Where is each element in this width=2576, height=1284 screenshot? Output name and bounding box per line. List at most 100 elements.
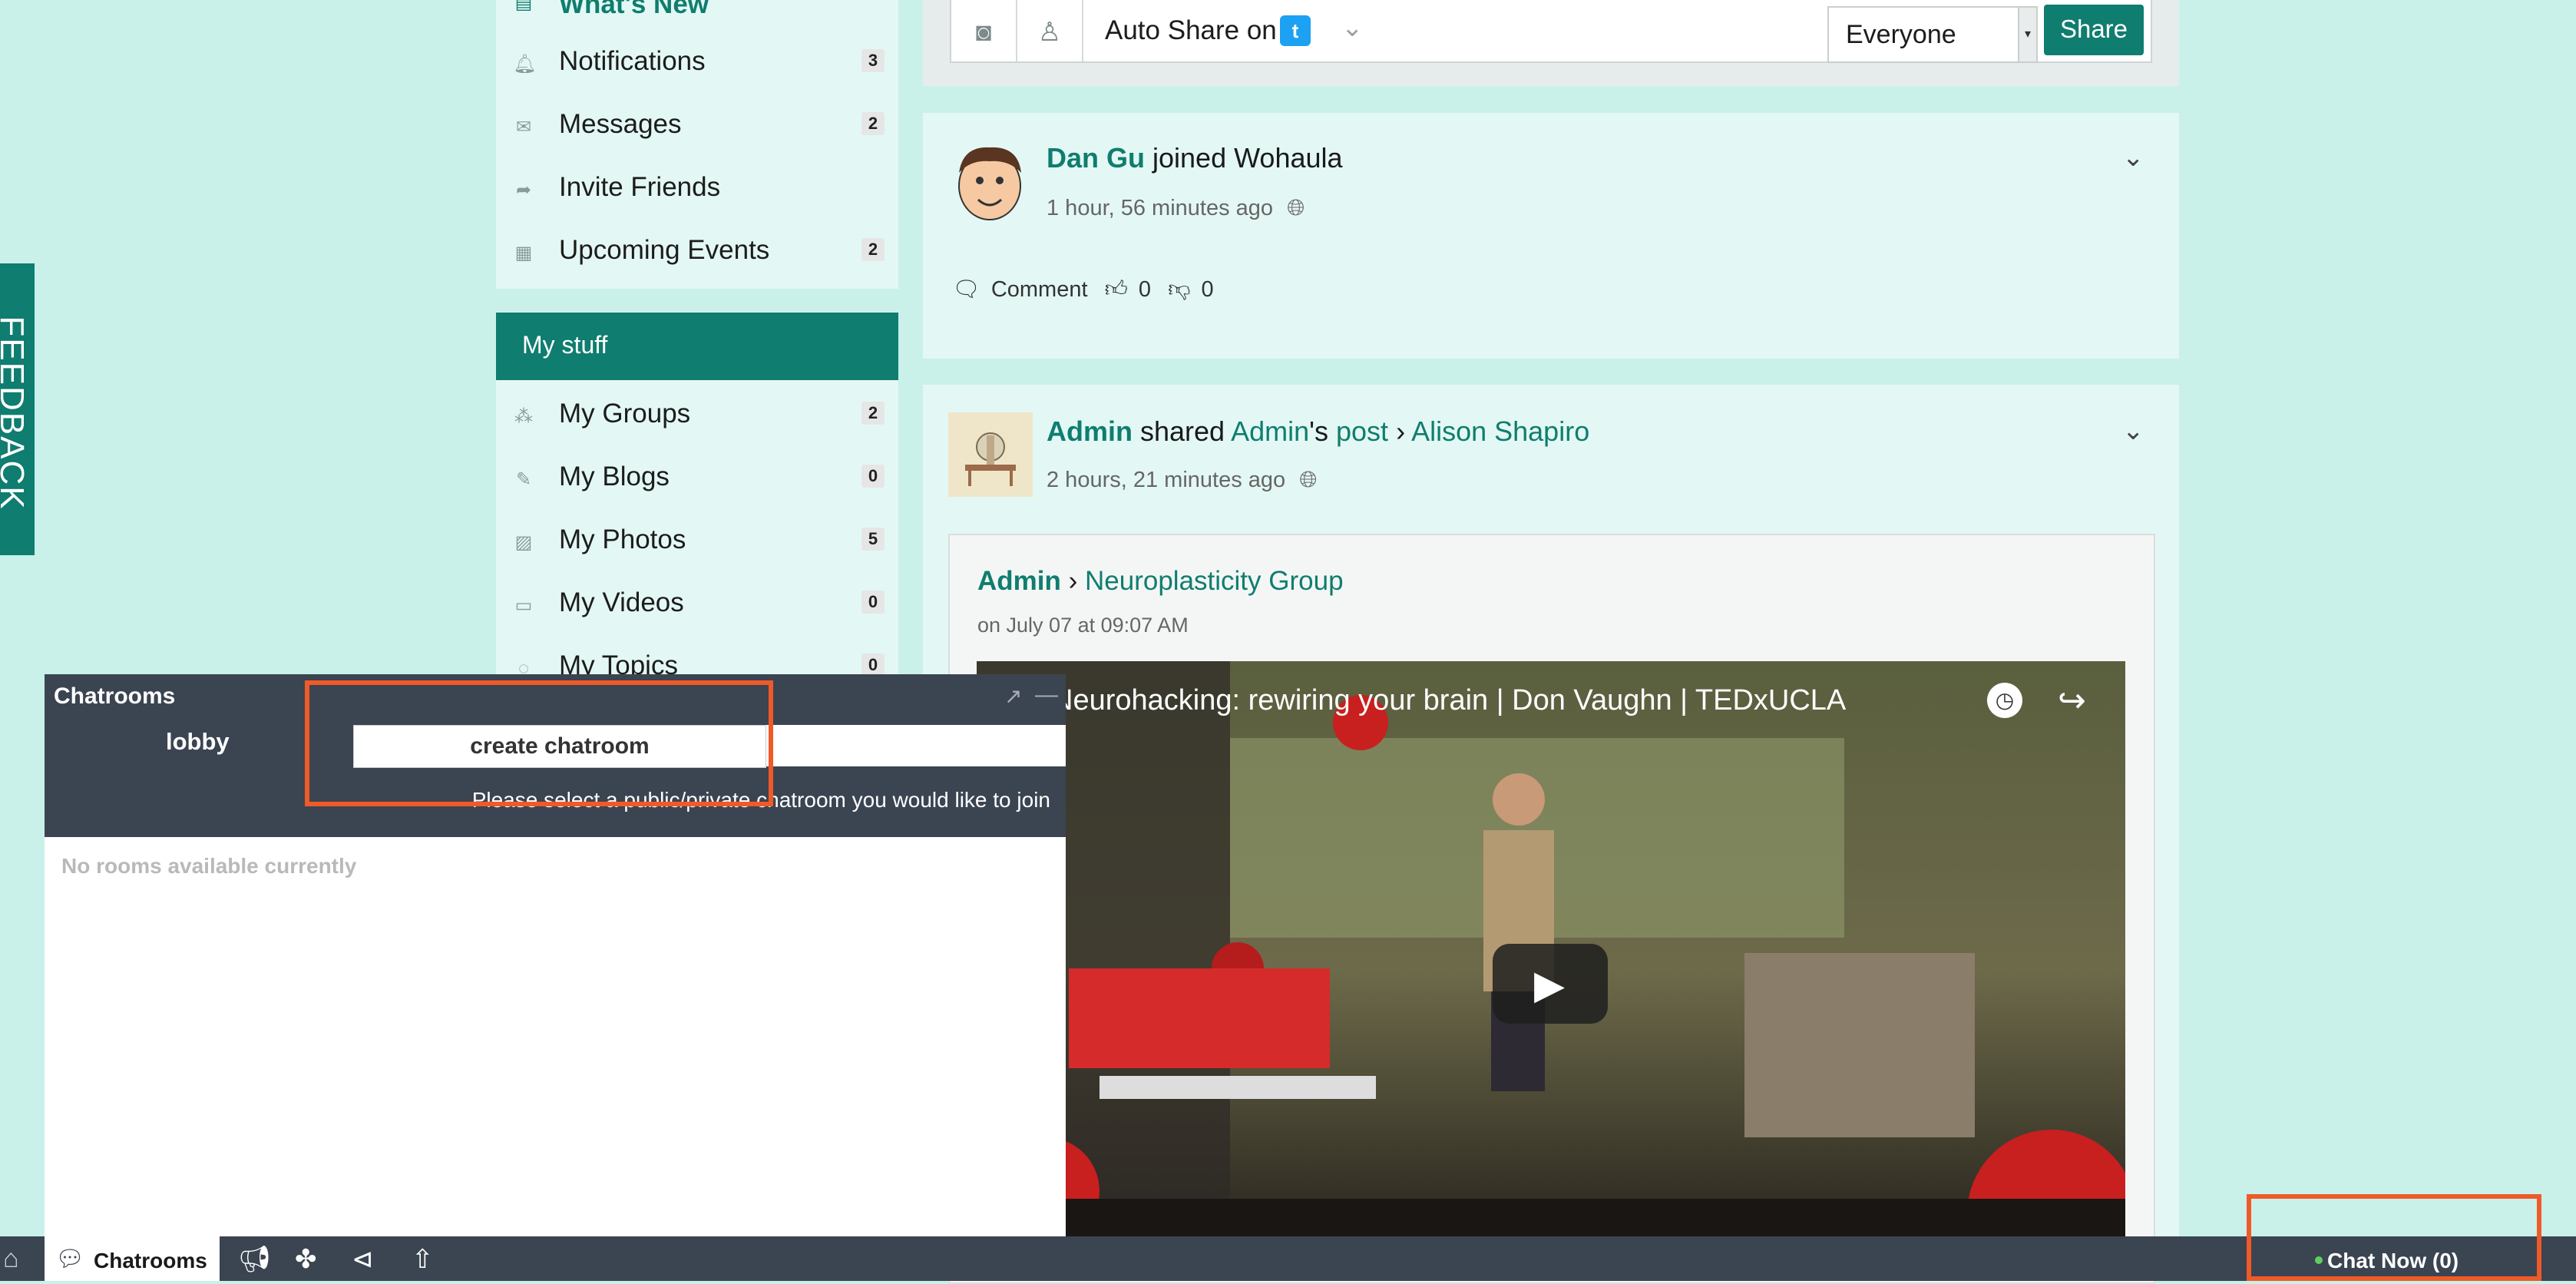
user-link[interactable]: Dan Gu [1047, 142, 1145, 174]
play-icon: ▶ [1534, 963, 1565, 1008]
count-badge: 0 [861, 591, 885, 614]
chatrooms-tab-label: Chatrooms [94, 1249, 207, 1272]
feedback-tab[interactable]: FEEDBACK [0, 263, 35, 555]
minimize-icon[interactable]: — [1035, 682, 1058, 708]
calendar-icon: ▦ [514, 243, 533, 263]
clock-icon[interactable]: ◷ [1987, 683, 2022, 718]
sidebar-item-my-photos[interactable]: ▨ My Photos 5 [496, 511, 898, 574]
sidebar-item-my-groups[interactable]: ⁂ My Groups 2 [496, 385, 898, 448]
chatrooms-tab[interactable]: 💬︎ Chatrooms [45, 1236, 220, 1281]
privacy-select[interactable]: Everyone ▾ [1827, 6, 2038, 63]
comment-icon[interactable]: 🗨︎ [952, 277, 980, 302]
timestamp: 2 hours, 21 minutes ago 🌐︎ [1047, 468, 1317, 493]
count-badge: 0 [861, 465, 885, 488]
share-box-icon[interactable]: ⊲ [352, 1244, 374, 1275]
chatrooms-title: Chatrooms [54, 683, 176, 709]
expand-icon[interactable]: ↗ [1004, 683, 1022, 709]
target-user-link[interactable]: Alison Shapiro [1411, 415, 1589, 447]
chevron-down-icon[interactable]: ⌄ [1341, 12, 1364, 43]
sidebar-item-label: Messages [559, 109, 682, 139]
select-arrow-icon: ▾ [2018, 8, 2036, 61]
my-stuff-header: My stuff [496, 313, 898, 380]
globe-icon: 🌐︎ [1287, 196, 1305, 220]
feedback-label: FEEDBACK [0, 316, 31, 511]
sidebar-item-my-videos[interactable]: ▭ My Videos 0 [496, 574, 898, 637]
sidebar-item-label: Upcoming Events [559, 235, 770, 265]
sidebar-item-invite-friends[interactable]: ➦ Invite Friends [496, 158, 898, 221]
sidebar-item-label: My Groups [559, 399, 691, 429]
activity-text: shared [1133, 415, 1232, 447]
feed-item: Dan Gu joined Wohaula 1 hour, 56 minutes… [923, 113, 2179, 359]
like-count: 0 [1138, 277, 1152, 302]
sidebar-item-my-blogs[interactable]: ✎ My Blogs 0 [496, 448, 898, 511]
group-link[interactable]: Neuroplasticity Group [1085, 566, 1344, 596]
author-link[interactable]: Admin [977, 566, 1061, 596]
home-icon[interactable]: ⌂ [3, 1244, 19, 1274]
thumbs-down-icon[interactable]: 👎︎ [1168, 277, 1190, 302]
owner-link[interactable]: Admin [1231, 415, 1309, 447]
sidebar-item-label: Invite Friends [559, 172, 721, 202]
activity-text: joined Wohaula [1145, 142, 1343, 174]
play-button[interactable]: ▶ [1493, 944, 1608, 1024]
camera-icon[interactable]: ◙ [951, 0, 1017, 61]
sidebar-item-notifications[interactable]: 🔔︎ Notifications 3 [496, 32, 898, 95]
groups-icon: ⁂ [514, 406, 533, 427]
thumbs-up-icon[interactable]: 👍︎ [1105, 277, 1128, 302]
count-badge: 3 [861, 49, 885, 72]
count-badge: 2 [861, 402, 885, 425]
tab-lobby[interactable]: lobby [166, 728, 230, 756]
feed-actions: 🗨︎ Comment 👍︎ 0 👎︎ 0 [952, 276, 1225, 303]
announcement-icon[interactable]: 📢︎ [238, 1244, 271, 1275]
comment-link[interactable]: Comment [991, 277, 1088, 302]
sidebar-item-label: Notifications [559, 46, 706, 76]
auto-share-label: Auto Share on [1105, 15, 1277, 45]
sidebar-item-label: My Blogs [559, 462, 670, 491]
envelope-icon: ✉ [515, 117, 532, 137]
video-title[interactable]: Neurohacking: rewiring your brain | Don … [1052, 684, 1846, 717]
timestamp-text: 2 hours, 21 minutes ago [1047, 468, 1286, 492]
sidebar-item-label: What's New [559, 0, 709, 19]
tag-friend-icon[interactable]: ♙ [1017, 0, 1083, 61]
photo-icon: ▨ [514, 532, 533, 553]
my-stuff-title: My stuff [522, 331, 608, 359]
post-link[interactable]: post [1336, 415, 1388, 447]
highlight-box [305, 680, 773, 806]
video-player[interactable]: Neurohacking: rewiring your brain | Don … [977, 661, 2125, 1281]
avatar[interactable] [948, 412, 1033, 497]
empty-state: No rooms available currently [61, 854, 357, 878]
upload-arrow-icon[interactable]: ⇧ [412, 1244, 434, 1275]
bell-icon: 🔔︎ [513, 54, 537, 74]
bottom-toolbar: ⌂ 💬︎ Chatrooms 📢︎ ✤ ⊲ ⇧ Chat Now (0) [0, 1236, 2576, 1281]
count-badge: 5 [861, 528, 885, 551]
shared-post-date: on July 07 at 09:07 AM [977, 614, 1189, 637]
privacy-select-value: Everyone [1846, 20, 1956, 49]
globe-icon: 🌐︎ [1299, 468, 1318, 492]
chatroom-tab-spacer [766, 725, 1066, 766]
sidebar-item-label: My Photos [559, 525, 686, 554]
share-arrow-icon: ➦ [515, 180, 532, 200]
timestamp: 1 hour, 56 minutes ago 🌐︎ [1047, 196, 1305, 221]
puzzle-icon[interactable]: ✤ [295, 1244, 317, 1275]
shared-post-header: Admin › Neuroplasticity Group [977, 566, 1344, 597]
user-link[interactable]: Admin [1047, 415, 1133, 447]
highlight-box [2247, 1194, 2541, 1281]
chevron-down-icon[interactable]: ⌄ [2122, 142, 2144, 173]
sidebar-item-label: My Videos [559, 587, 684, 617]
dislike-count: 0 [1201, 277, 1214, 302]
news-icon: ▤ [514, 0, 533, 13]
feed-item-title: Admin shared Admin's post › Alison Shapi… [1047, 415, 1589, 448]
separator: › [1060, 566, 1085, 596]
possessive-text: 's [1309, 415, 1337, 447]
count-badge: 2 [861, 112, 885, 135]
share-icon[interactable]: ↪ [2058, 681, 2086, 720]
sidebar-main-nav: ▤ What's New 🔔︎ Notifications 3 ✉ Messag… [496, 0, 898, 289]
sidebar-item-messages[interactable]: ✉ Messages 2 [496, 95, 898, 158]
separator: › [1388, 415, 1412, 447]
chevron-down-icon[interactable]: ⌄ [2122, 415, 2144, 446]
share-button[interactable]: Share [2044, 5, 2144, 55]
count-badge: 0 [861, 654, 885, 677]
sidebar-item-upcoming-events[interactable]: ▦ Upcoming Events 2 [496, 221, 898, 284]
twitter-icon[interactable]: t [1280, 15, 1311, 46]
avatar[interactable] [947, 138, 1032, 223]
timestamp-text: 1 hour, 56 minutes ago [1047, 196, 1274, 220]
